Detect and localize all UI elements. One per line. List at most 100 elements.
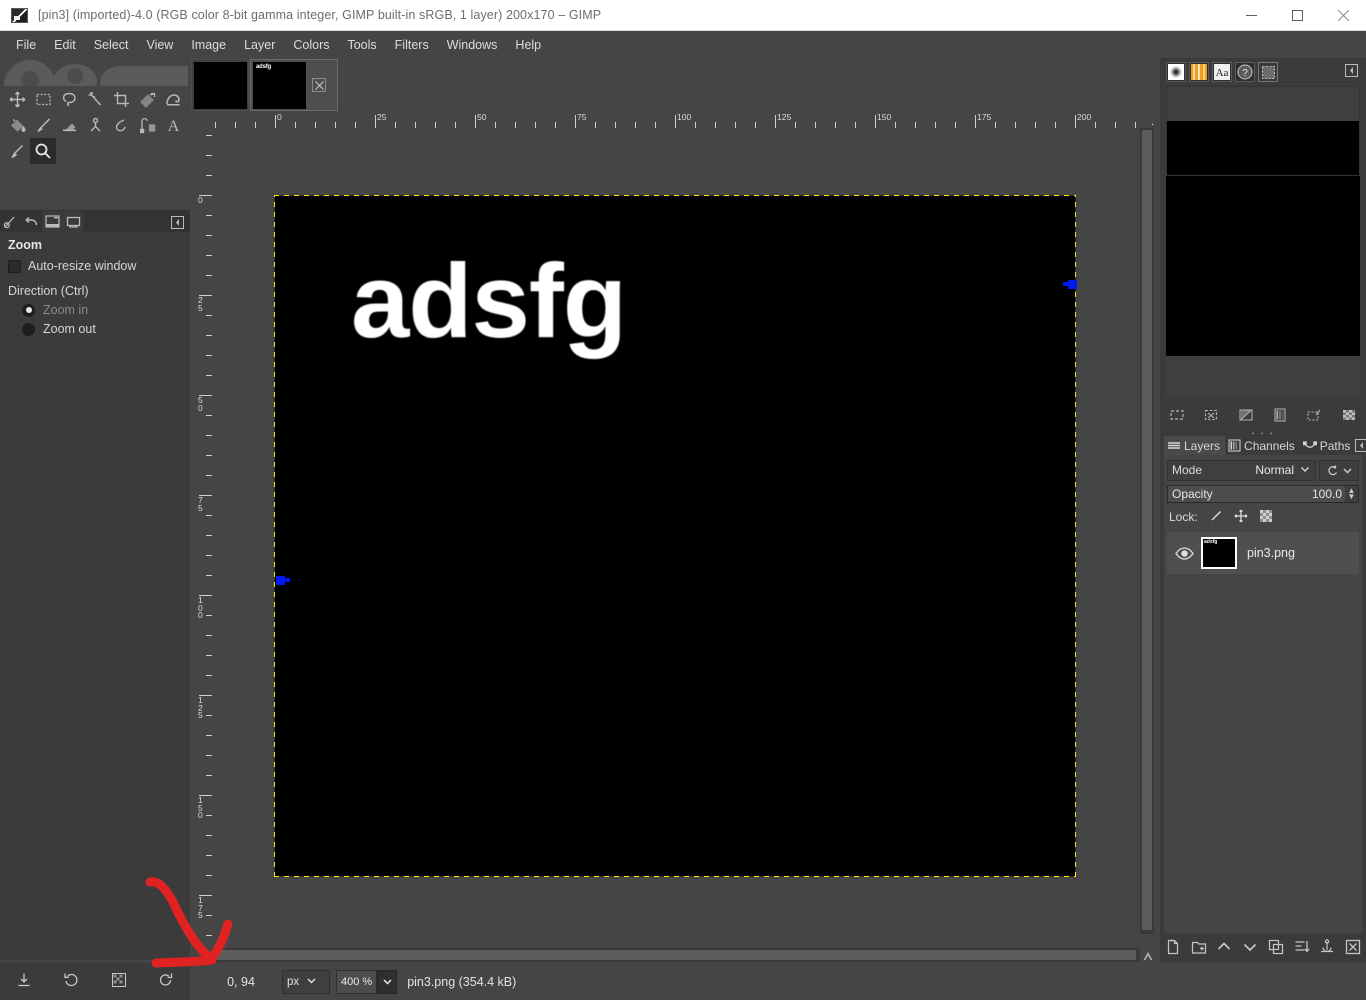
reset-tool-options-button[interactable] (158, 972, 174, 991)
gradients-tab[interactable] (1189, 62, 1209, 82)
menu-view[interactable]: View (137, 34, 182, 56)
fuzzy-select-tool[interactable] (82, 86, 108, 112)
lock-position-icon[interactable] (1234, 509, 1248, 526)
image-tab-strip: adsfg (190, 58, 1158, 112)
opacity-slider[interactable]: Opacity 100.0 ▲ ▼ (1167, 485, 1359, 503)
zoom-out-radio[interactable] (22, 322, 35, 336)
menu-filters[interactable]: Filters (386, 34, 438, 56)
zoom-select[interactable]: 400 % (336, 969, 398, 994)
blend-mode-select[interactable]: Mode Normal (1167, 459, 1316, 481)
tab-layers[interactable]: Layers (1164, 436, 1226, 455)
menu-tools[interactable]: Tools (338, 34, 385, 56)
lower-layer-button[interactable] (1242, 939, 1258, 958)
bucket-fill-tool[interactable] (4, 112, 30, 138)
zoom-out-row[interactable]: Zoom out (22, 322, 182, 336)
blue-marker-right[interactable] (1063, 280, 1077, 289)
collapse-layers-icon[interactable] (1355, 439, 1366, 455)
canvas-area[interactable]: adsfg (212, 128, 1152, 950)
menu-select[interactable]: Select (85, 34, 138, 56)
collapse-dock-icon[interactable] (171, 216, 184, 232)
fonts-tab[interactable]: Aa (1212, 62, 1232, 82)
channel-icon[interactable] (1272, 407, 1288, 426)
transparency-icon[interactable] (1341, 407, 1357, 426)
gimp-window: [pin3] (imported)-4.0 (RGB color 8-bit g… (0, 0, 1366, 1000)
document-history-tab[interactable]: ? (1235, 62, 1255, 82)
blue-marker-left[interactable] (276, 576, 290, 585)
free-select-tool[interactable] (56, 86, 82, 112)
undo-history-tab[interactable] (21, 211, 42, 232)
menu-windows[interactable]: Windows (438, 34, 507, 56)
menu-help[interactable]: Help (506, 34, 550, 56)
brushes-tab[interactable] (1166, 62, 1186, 82)
smudge-tool[interactable] (108, 112, 134, 138)
layer-row[interactable]: adsfg pin3.png (1167, 532, 1359, 574)
close-image-button[interactable] (312, 78, 326, 92)
new-layer-group-button[interactable] (1191, 939, 1207, 958)
ruler-label-h: 25 (377, 112, 387, 122)
paintbrush-tool[interactable] (30, 112, 56, 138)
tab-channels[interactable]: Channels (1225, 436, 1300, 455)
auto-resize-row[interactable]: Auto-resize window (8, 259, 182, 273)
vertical-scrollbar[interactable] (1140, 128, 1154, 934)
lock-alpha-icon[interactable] (1259, 509, 1273, 526)
templates-tab[interactable] (1258, 62, 1278, 82)
clone-tool[interactable] (82, 112, 108, 138)
navigation-preview-button[interactable] (1140, 948, 1156, 964)
images-tab[interactable] (63, 211, 84, 232)
delete-selection-icon[interactable] (1203, 407, 1219, 426)
new-layer-button[interactable] (1165, 939, 1181, 958)
invert-icon[interactable] (1238, 407, 1254, 426)
tool-options-tab[interactable] (0, 211, 21, 232)
opacity-stepper[interactable]: ▲ ▼ (1345, 486, 1358, 502)
menu-image[interactable]: Image (182, 34, 235, 56)
zoom-in-radio[interactable] (22, 303, 35, 317)
zoom-in-row[interactable]: Zoom in (22, 303, 182, 317)
anchor-layer-button[interactable] (1319, 938, 1335, 958)
maximize-button[interactable] (1274, 0, 1320, 31)
tab-paths[interactable]: Paths (1300, 436, 1356, 455)
minimize-button[interactable] (1228, 0, 1274, 31)
delete-layer-button[interactable] (1345, 939, 1361, 958)
unified-transform-tool[interactable] (134, 86, 160, 112)
horizontal-ruler[interactable]: 0 25 50 75 100 125 150 175 200 (196, 112, 1152, 128)
move-tool[interactable] (4, 86, 30, 112)
scrollbar-thumb[interactable] (1142, 130, 1152, 930)
text-tool[interactable]: A (160, 112, 186, 138)
scrollbar-thumb[interactable] (214, 950, 1136, 960)
vertical-ruler[interactable]: 0 25 50 75 100 125 150 175 (196, 128, 212, 960)
menu-edit[interactable]: Edit (45, 34, 85, 56)
rectangle-select-tool[interactable] (30, 86, 56, 112)
menu-file[interactable]: File (7, 34, 45, 56)
layer-visibility-icon[interactable] (1167, 546, 1201, 560)
menu-colors[interactable]: Colors (284, 34, 338, 56)
layers-panel-body: Mode Normal Opacity 100.0 ▲ ▼ Lock: adsf… (1164, 455, 1362, 955)
lock-pixels-icon[interactable] (1209, 509, 1223, 526)
delete-tool-preset-button[interactable] (111, 972, 127, 991)
merge-down-button[interactable] (1294, 939, 1310, 958)
close-button[interactable] (1320, 0, 1366, 31)
device-status-tab[interactable] (42, 211, 63, 232)
auto-resize-checkbox[interactable] (8, 259, 21, 273)
menu-layer[interactable]: Layer (235, 34, 284, 56)
collapse-right-dock-icon[interactable] (1345, 64, 1358, 80)
image-thumb-2[interactable]: adsfg (250, 59, 338, 111)
restore-tool-preset-button[interactable] (63, 972, 79, 991)
save-tool-preset-button[interactable] (16, 972, 32, 991)
crop-tool[interactable] (108, 86, 134, 112)
eraser-tool[interactable] (56, 112, 82, 138)
warp-transform-tool[interactable] (160, 86, 186, 112)
zoom-dropdown-button[interactable] (377, 969, 398, 994)
mode-switch-button[interactable] (1319, 459, 1359, 481)
unit-select[interactable]: px (282, 969, 330, 994)
image-canvas[interactable]: adsfg (275, 196, 1075, 876)
quick-mask-button[interactable] (196, 940, 210, 960)
horizontal-scrollbar[interactable] (212, 948, 1140, 962)
duplicate-layer-button[interactable] (1268, 939, 1284, 958)
zoom-tool[interactable] (30, 138, 56, 164)
raise-layer-button[interactable] (1216, 939, 1232, 958)
stroke-icon[interactable] (1306, 407, 1322, 426)
paths-tool[interactable] (134, 112, 160, 138)
image-thumb-1[interactable] (191, 59, 249, 111)
color-picker-tool[interactable] (4, 138, 30, 164)
new-selection-icon[interactable] (1169, 407, 1185, 426)
